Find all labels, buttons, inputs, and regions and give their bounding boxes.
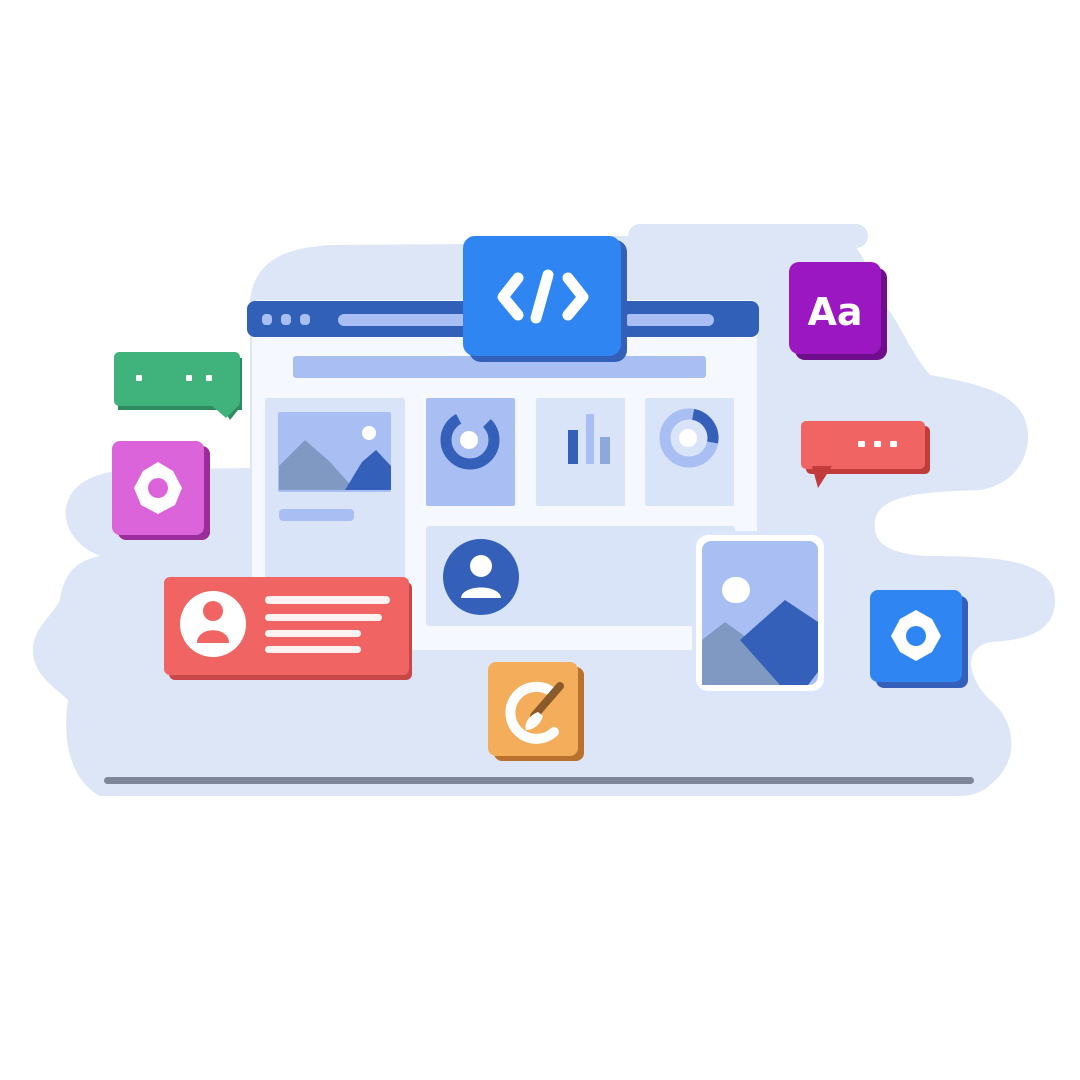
pink-settings-badge <box>112 441 210 540</box>
font-aa-icon: Aa <box>807 290 862 334</box>
blue-settings-badge <box>870 590 968 688</box>
user-avatar-icon <box>443 539 519 615</box>
code-badge <box>463 236 627 362</box>
orange-design-badge <box>488 662 584 761</box>
illustration-canvas: Aa <box>32 224 1056 796</box>
donut-chart-tile <box>426 398 515 506</box>
image-card <box>265 398 405 598</box>
image-caption-bar <box>279 509 354 521</box>
profile-card <box>164 577 412 680</box>
chat-bubble-icon <box>858 441 897 447</box>
window-controls <box>262 314 310 325</box>
address-bar-left <box>338 314 468 326</box>
picture-card <box>692 531 828 695</box>
address-bar-right <box>624 314 714 326</box>
baseline <box>104 777 974 784</box>
profile-panel <box>426 526 735 626</box>
bar-chart-tile <box>536 398 625 506</box>
font-badge: Aa <box>789 262 887 360</box>
progress-ring-tile <box>645 398 734 506</box>
user-avatar-icon <box>180 591 246 657</box>
web-design-illustration: Aa <box>0 0 1080 1080</box>
green-chat-bubble <box>114 352 242 420</box>
